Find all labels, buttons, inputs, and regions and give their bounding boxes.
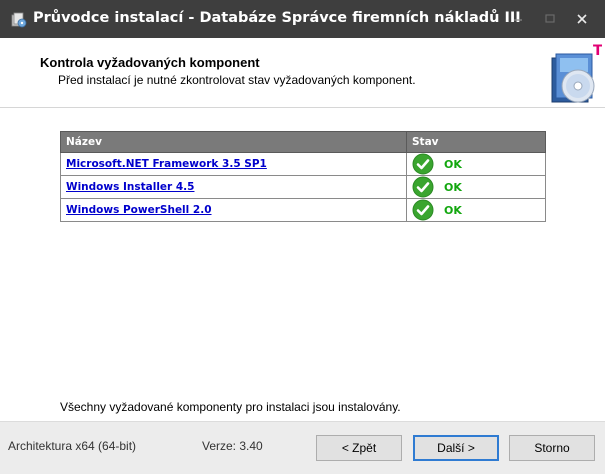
component-name-cell: Windows PowerShell 2.0 [60,198,407,222]
status-text: OK [444,180,462,194]
page-title: Kontrola vyžadovaných komponent [40,55,260,70]
column-header-name: Název [60,131,407,153]
next-button[interactable]: Další > [413,435,499,461]
check-circle-icon [412,153,434,175]
installer-cd-box-icon: T [551,43,602,103]
app-icon [11,12,27,28]
title-bar[interactable]: Průvodce instalací - Databáze Správce fi… [0,0,605,38]
minimize-button[interactable] [505,6,531,32]
svg-text:T: T [593,43,602,59]
back-button[interactable]: < Zpět [316,435,402,461]
component-status-cell: OK [406,152,546,176]
component-link[interactable]: Windows PowerShell 2.0 [66,204,212,216]
status-text: OK [444,157,462,171]
version-label: Verze: 3.40 [202,439,263,453]
component-link[interactable]: Windows Installer 4.5 [66,181,194,193]
architecture-label: Architektura x64 (64-bit) [8,439,137,453]
table-row: Microsoft.NET Framework 3.5 SP1 OK [60,152,546,176]
component-status-cell: OK [406,198,546,222]
maximize-button[interactable] [537,6,563,32]
wizard-header: Kontrola vyžadovaných komponent Před ins… [0,38,605,108]
minimize-icon [514,19,522,21]
components-table: Název Stav Microsoft.NET Framework 3.5 S… [60,131,546,222]
installer-window: Průvodce instalací - Databáze Správce fi… [0,0,605,474]
component-name-cell: Microsoft.NET Framework 3.5 SP1 [60,152,407,176]
component-link[interactable]: Microsoft.NET Framework 3.5 SP1 [66,158,267,170]
component-name-cell: Windows Installer 4.5 [60,175,407,199]
summary-message: Všechny vyžadované komponenty pro instal… [60,400,401,414]
close-icon [577,14,587,24]
close-button[interactable] [569,6,595,32]
page-subtitle: Před instalací je nutné zkontrolovat sta… [58,73,416,87]
footer-bar: Architektura x64 (64-bit) Verze: 3.40 < … [0,421,605,474]
column-header-status: Stav [406,131,546,153]
table-header-row: Název Stav [60,131,546,153]
window-title: Průvodce instalací - Databáze Správce fi… [33,10,521,26]
check-circle-icon [412,199,434,221]
maximize-icon [545,14,555,23]
table-row: Windows Installer 4.5 OK [60,175,546,199]
status-text: OK [444,203,462,217]
cancel-button[interactable]: Storno [509,435,595,461]
check-circle-icon [412,176,434,198]
table-row: Windows PowerShell 2.0 OK [60,198,546,222]
component-status-cell: OK [406,175,546,199]
